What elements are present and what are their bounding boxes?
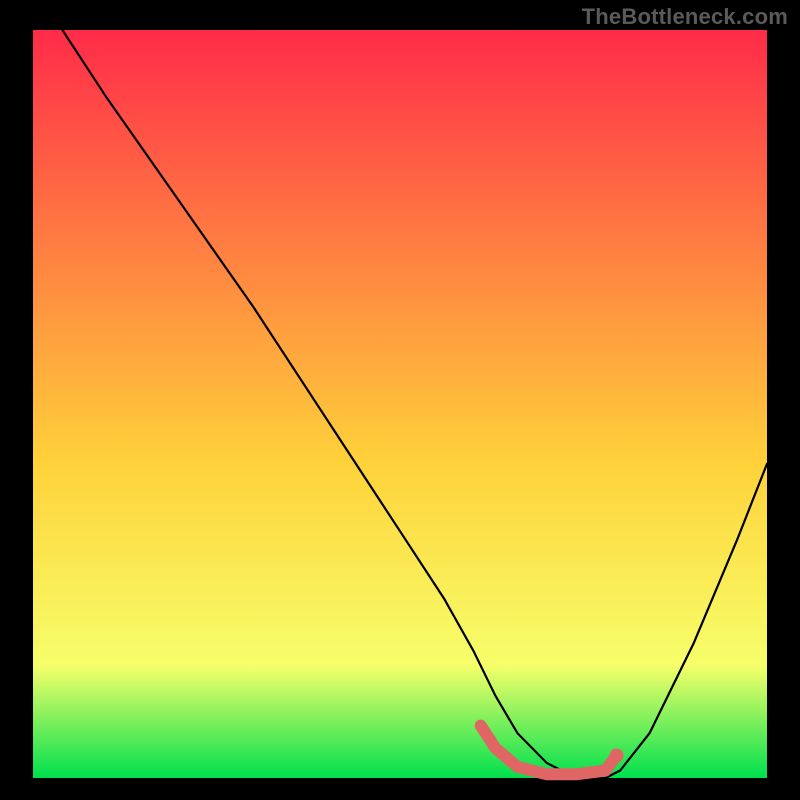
plot-background <box>33 30 767 778</box>
chart-svg <box>0 0 800 800</box>
highlight-endpoint-dot <box>610 749 624 763</box>
chart-frame: { "watermark": "TheBottleneck.com", "cha… <box>0 0 800 800</box>
watermark-text: TheBottleneck.com <box>582 4 788 30</box>
